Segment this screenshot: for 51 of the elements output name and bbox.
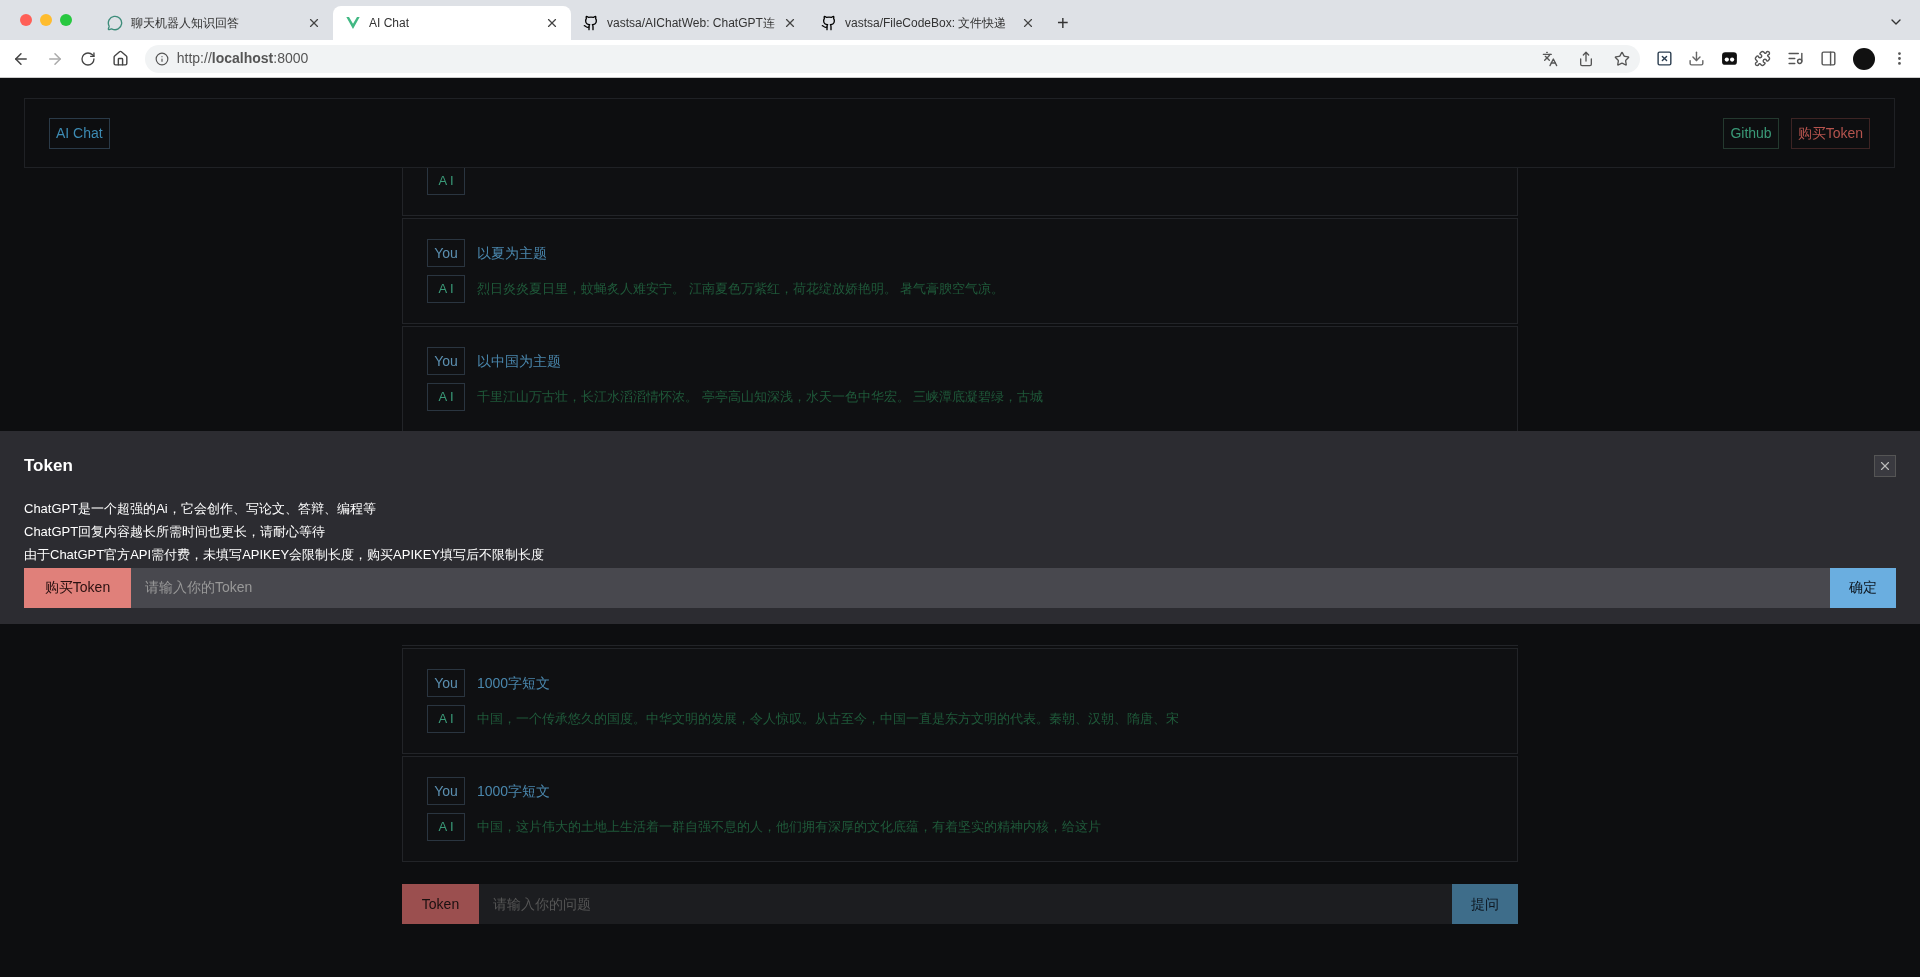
brand-title[interactable]: AI Chat (49, 117, 110, 149)
browser-tab[interactable]: vastsa/AIChatWeb: ChatGPT连 (571, 6, 809, 40)
question-text: 1000字短文 (477, 673, 551, 693)
github-icon (583, 15, 599, 31)
close-icon[interactable] (545, 16, 559, 30)
user-badge: You (427, 669, 465, 697)
browser-tab[interactable]: vastsa/FileCodeBox: 文件快递 (809, 6, 1047, 40)
media-icon[interactable] (1787, 50, 1805, 67)
extension-icon[interactable] (1655, 50, 1673, 67)
user-badge: You (427, 777, 465, 805)
home-icon[interactable] (111, 50, 129, 67)
chat-bubble-icon (107, 15, 123, 31)
download-icon[interactable] (1688, 50, 1706, 67)
ai-badge: A I (427, 813, 465, 841)
close-button[interactable] (1874, 454, 1896, 477)
github-icon (821, 15, 837, 31)
address-bar[interactable]: http://localhost:8000 (144, 44, 1640, 73)
browser-tab[interactable]: 聊天机器人知识回答 (95, 6, 333, 40)
buy-token-link[interactable]: 购买Token (1790, 117, 1870, 149)
puzzle-icon[interactable] (1754, 50, 1772, 67)
dialog-text: ChatGPT回复内容越长所需时间也更长，请耐心等待 (24, 522, 327, 541)
v-logo-icon (345, 15, 361, 31)
translate-icon[interactable] (1541, 50, 1558, 67)
close-icon[interactable] (783, 16, 797, 30)
dialog-text: ChatGPT是一个超强的Ai，它会创作、写论文、答辩、编程等 (24, 499, 377, 518)
user-badge: You (427, 347, 465, 375)
close-icon[interactable] (1021, 16, 1035, 30)
reload-icon[interactable] (79, 50, 96, 67)
github-link[interactable]: Github (1723, 117, 1779, 149)
star-icon[interactable] (1613, 50, 1630, 67)
share-icon[interactable] (1577, 50, 1594, 67)
answer-text: 烈日炎炎夏日里，蚊蝇炙人难安宁。 江南夏色万紫红，荷花绽放娇艳明。 暑气膏腴空气凉。 (477, 280, 1005, 299)
token-input[interactable]: 请输入你的Token (131, 567, 1830, 608)
browser-tab[interactable]: AI Chat (333, 6, 571, 40)
ai-badge: A I (427, 275, 465, 303)
side-panel-icon[interactable] (1820, 50, 1838, 67)
user-badge: You (427, 239, 465, 267)
buy-token-button[interactable]: 购买Token (24, 567, 131, 608)
question-text: 1000字短文 (477, 781, 551, 801)
dialog-text: 由于ChatGPT官方API需付费，未填写APIKEY会限制长度，购买APIKEY填写后不限制长度 (24, 545, 546, 564)
ai-badge: A I (427, 383, 465, 411)
info-icon[interactable] (154, 51, 169, 66)
confirm-button[interactable]: 确定 (1830, 567, 1896, 608)
eyes-extension-icon[interactable] (1721, 50, 1739, 67)
ai-badge: A I (427, 705, 465, 733)
new-tab-button[interactable]: + (1047, 6, 1079, 40)
profile-avatar[interactable] (1853, 47, 1876, 70)
question-text: 以夏为主题 (477, 243, 547, 263)
question-text: 以中国为主题 (477, 351, 561, 371)
close-icon[interactable] (307, 16, 321, 30)
dialog-title: Token (24, 455, 73, 477)
